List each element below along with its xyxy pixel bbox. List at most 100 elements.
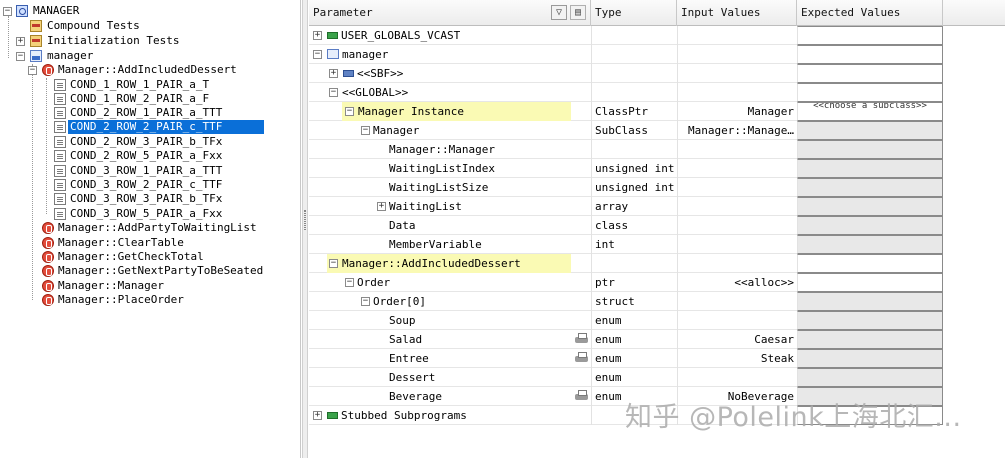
- input-cell[interactable]: [677, 178, 797, 197]
- collapse-icon[interactable]: −: [28, 66, 37, 75]
- grid-row[interactable]: Entree enum Steak: [309, 349, 943, 368]
- expected-cell: [797, 197, 943, 216]
- grid-row[interactable]: Soup enum: [309, 311, 943, 330]
- input-cell[interactable]: Caesar: [677, 330, 797, 349]
- type-cell: ptr: [591, 273, 677, 292]
- expected-cell[interactable]: [797, 273, 943, 292]
- grid-row[interactable]: Dessert enum: [309, 368, 943, 387]
- tree-item-function[interactable]: Manager::PlaceOrder: [0, 293, 300, 307]
- grid-row[interactable]: + WaitingList array: [309, 197, 943, 216]
- grid-row[interactable]: Manager Instance − ClassPtr Manager <<ch…: [309, 102, 943, 121]
- input-cell[interactable]: [677, 159, 797, 178]
- input-cell[interactable]: [677, 26, 797, 45]
- grid-row[interactable]: − Order[0] struct: [309, 292, 943, 311]
- collapse-icon[interactable]: −: [3, 7, 12, 16]
- column-options-icon[interactable]: ▤: [570, 5, 586, 20]
- tree-item-test-case[interactable]: COND_3_ROW_1_PAIR_a_TTT: [0, 164, 300, 178]
- column-header-label: Expected Values: [801, 6, 901, 19]
- input-cell[interactable]: [677, 197, 797, 216]
- type-cell: [591, 140, 677, 159]
- tree-item-function[interactable]: Manager::Manager: [0, 279, 300, 293]
- expected-cell[interactable]: [797, 254, 943, 273]
- input-cell[interactable]: [677, 235, 797, 254]
- tree-item-test-case[interactable]: COND_3_ROW_5_PAIR_a_Fxx: [0, 207, 300, 221]
- expected-cell: [797, 349, 943, 368]
- grid-row[interactable]: WaitingListIndex unsigned int: [309, 159, 943, 178]
- type-cell: class: [591, 216, 677, 235]
- input-cell[interactable]: [677, 64, 797, 83]
- tree-item-test-case[interactable]: COND_3_ROW_3_PAIR_b_TFx: [0, 192, 300, 206]
- tree-item-function[interactable]: − Manager::AddIncludedDessert: [0, 63, 300, 77]
- grid-row[interactable]: Salad enum Caesar: [309, 330, 943, 349]
- tree-item-init-tests[interactable]: + Initialization Tests: [0, 34, 300, 48]
- printer-icon[interactable]: [575, 333, 588, 345]
- grid-row[interactable]: Manager::Manager: [309, 140, 943, 159]
- collapse-icon[interactable]: −: [345, 107, 354, 116]
- test-case-icon: [54, 179, 66, 191]
- test-case-tree: − MANAGER Compound Tests + Initializatio…: [0, 0, 301, 458]
- collapse-icon[interactable]: −: [16, 52, 25, 61]
- tree-item-function[interactable]: Manager::GetNextPartyToBeSeated: [0, 264, 300, 278]
- input-cell[interactable]: Manager::Manage…: [677, 121, 797, 140]
- unit-icon: [30, 50, 42, 62]
- column-header-input[interactable]: Input Values: [677, 0, 797, 26]
- tree-item-function[interactable]: Manager::ClearTable: [0, 236, 300, 250]
- grid-row[interactable]: − Order ptr <<alloc>>: [309, 273, 943, 292]
- tree-item-compound-tests[interactable]: Compound Tests: [0, 19, 300, 33]
- printer-icon[interactable]: [575, 390, 588, 402]
- expand-icon[interactable]: +: [16, 37, 25, 46]
- type-cell: SubClass: [591, 121, 677, 140]
- grid-row[interactable]: MemberVariable int: [309, 235, 943, 254]
- grid-row[interactable]: − <<GLOBAL>>: [309, 83, 943, 102]
- input-cell[interactable]: [677, 45, 797, 64]
- expected-cell[interactable]: <<choose a subclass>>: [797, 102, 943, 121]
- column-header-parameter[interactable]: Parameter ▽ ▤: [309, 0, 591, 26]
- tree-root[interactable]: − MANAGER: [0, 4, 300, 18]
- collapse-icon[interactable]: −: [329, 259, 338, 268]
- tree-item-test-case[interactable]: COND_3_ROW_2_PAIR_c_TTF: [0, 178, 300, 192]
- environment-icon: [16, 5, 28, 17]
- input-cell[interactable]: Steak: [677, 349, 797, 368]
- expected-cell[interactable]: [797, 64, 943, 83]
- input-cell[interactable]: [677, 368, 797, 387]
- filter-icon[interactable]: ▽: [551, 5, 567, 20]
- column-header-type[interactable]: Type: [591, 0, 677, 26]
- input-cell[interactable]: Manager: [677, 102, 797, 121]
- input-cell[interactable]: [677, 140, 797, 159]
- input-cell[interactable]: [677, 311, 797, 330]
- input-cell[interactable]: <<alloc>>: [677, 273, 797, 292]
- grid-row[interactable]: WaitingListSize unsigned int: [309, 178, 943, 197]
- grid-row[interactable]: + <<SBF>>: [309, 64, 943, 83]
- input-cell[interactable]: [677, 83, 797, 102]
- input-cell[interactable]: [677, 216, 797, 235]
- expected-cell[interactable]: [797, 26, 943, 45]
- printer-icon[interactable]: [575, 352, 588, 364]
- stub-icon: [327, 412, 338, 419]
- tree-item-test-case[interactable]: COND_1_ROW_2_PAIR_a_F: [0, 92, 300, 106]
- tree-item-test-case[interactable]: COND_2_ROW_5_PAIR_a_Fxx: [0, 149, 300, 163]
- param-name: Data: [389, 219, 416, 232]
- tree-item-test-case[interactable]: COND_2_ROW_1_PAIR_a_TTT: [0, 106, 300, 120]
- tree-item-unit[interactable]: − manager: [0, 49, 300, 63]
- input-cell[interactable]: [677, 254, 797, 273]
- grid-row[interactable]: Data class: [309, 216, 943, 235]
- tree-item-test-case[interactable]: COND_1_ROW_1_PAIR_a_T: [0, 78, 300, 92]
- param-name: Manager::Manager: [389, 143, 495, 156]
- pane-splitter[interactable]: [302, 0, 308, 458]
- tree-item-test-case[interactable]: COND_2_ROW_3_PAIR_b_TFx: [0, 135, 300, 149]
- grid-row[interactable]: − manager: [309, 45, 943, 64]
- grid-row[interactable]: − Manager SubClass Manager::Manage…: [309, 121, 943, 140]
- tree-item-function[interactable]: Manager::GetCheckTotal: [0, 250, 300, 264]
- column-header-expected[interactable]: Expected Values: [797, 0, 943, 26]
- column-header-label: Parameter: [313, 6, 373, 19]
- grid-row[interactable]: Manager::AddIncludedDessert −: [309, 254, 943, 273]
- expected-cell[interactable]: [797, 83, 943, 102]
- type-cell: [591, 83, 677, 102]
- function-icon: [42, 237, 54, 249]
- expected-cell: [797, 121, 943, 140]
- grid-row[interactable]: + USER_GLOBALS_VCAST: [309, 26, 943, 45]
- tree-item-function[interactable]: Manager::AddPartyToWaitingList: [0, 221, 300, 235]
- tree-item-test-case-selected[interactable]: COND_2_ROW_2_PAIR_c_TTF: [0, 120, 300, 134]
- input-cell[interactable]: [677, 292, 797, 311]
- expected-cell[interactable]: [797, 45, 943, 64]
